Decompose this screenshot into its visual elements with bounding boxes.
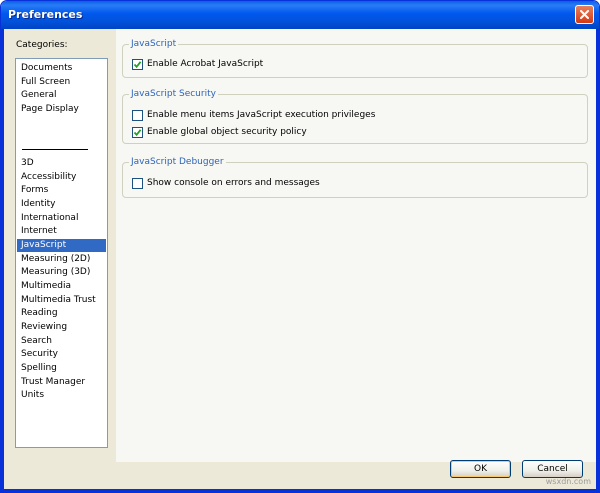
category-item-measuring-3d[interactable]: Measuring (3D) xyxy=(17,266,106,279)
javascript-debugger-group: JavaScript Debugger Show console on erro… xyxy=(122,156,588,198)
category-item-javascript[interactable]: JavaScript xyxy=(17,239,106,252)
category-item-3d[interactable]: 3D xyxy=(17,157,106,170)
window-border-bottom xyxy=(1,489,599,492)
category-item-spelling[interactable]: Spelling xyxy=(17,362,106,375)
category-item-multimedia-trust[interactable]: Multimedia Trust xyxy=(17,294,106,307)
window-title: Preferences xyxy=(8,8,83,21)
ok-button[interactable]: OK xyxy=(450,460,511,478)
category-item-forms[interactable]: Forms xyxy=(17,184,106,197)
close-button[interactable] xyxy=(575,5,594,24)
category-item-general[interactable]: General xyxy=(17,89,106,102)
menu-items-privileges-row[interactable]: Enable menu items JavaScript execution p… xyxy=(132,109,375,122)
category-separator xyxy=(22,149,88,150)
global-security-policy-checkbox[interactable] xyxy=(132,127,143,138)
show-console-row[interactable]: Show console on errors and messages xyxy=(132,177,320,190)
window-border-right xyxy=(596,29,599,492)
javascript-security-group: JavaScript Security Enable menu items Ja… xyxy=(122,88,588,144)
watermark-text: wsxdn.com xyxy=(545,477,591,486)
category-item-trust-manager[interactable]: Trust Manager xyxy=(17,376,106,389)
category-item-multimedia[interactable]: Multimedia xyxy=(17,280,106,293)
menu-items-privileges-checkbox[interactable] xyxy=(132,110,143,121)
checkmark-icon xyxy=(133,61,142,69)
category-item-reading[interactable]: Reading xyxy=(17,307,106,320)
title-bar[interactable]: Preferences xyxy=(1,1,599,29)
category-item-security[interactable]: Security xyxy=(17,348,106,361)
group-title-javascript-security: JavaScript Security xyxy=(129,88,218,100)
category-item-reviewing[interactable]: Reviewing xyxy=(17,321,106,334)
category-item-documents[interactable]: Documents xyxy=(17,62,106,75)
cancel-button[interactable]: Cancel xyxy=(522,460,583,478)
global-security-policy-label: Enable global object security policy xyxy=(147,127,307,137)
enable-js-row[interactable]: Enable Acrobat JavaScript xyxy=(132,58,263,71)
category-item-page-display[interactable]: Page Display xyxy=(17,103,106,116)
categories-listbox[interactable]: Documents Full Screen General Page Displ… xyxy=(15,58,108,448)
group-title-javascript-debugger: JavaScript Debugger xyxy=(129,156,226,168)
checkmark-icon xyxy=(133,129,142,137)
category-item-search[interactable]: Search xyxy=(17,335,106,348)
show-console-label: Show console on errors and messages xyxy=(147,178,320,188)
category-item-measuring-2d[interactable]: Measuring (2D) xyxy=(17,253,106,266)
menu-items-privileges-label: Enable menu items JavaScript execution p… xyxy=(147,110,376,120)
global-security-policy-row[interactable]: Enable global object security policy xyxy=(132,126,307,139)
category-item-international[interactable]: International xyxy=(17,212,106,225)
preferences-window: Preferences Categories: Documents Full S… xyxy=(0,0,600,493)
enable-js-label: Enable Acrobat JavaScript xyxy=(147,59,264,69)
settings-panel: JavaScript Enable Acrobat JavaScript Jav… xyxy=(116,29,596,462)
category-item-accessibility[interactable]: Accessibility xyxy=(17,171,106,184)
show-console-checkbox[interactable] xyxy=(132,178,143,189)
enable-js-checkbox[interactable] xyxy=(132,59,143,70)
category-item-identity[interactable]: Identity xyxy=(17,198,106,211)
category-item-full-screen[interactable]: Full Screen xyxy=(17,76,106,89)
close-icon xyxy=(580,10,589,19)
dialog-client-area: Categories: Documents Full Screen Genera… xyxy=(4,29,596,489)
javascript-group: JavaScript Enable Acrobat JavaScript xyxy=(122,38,588,78)
group-title-javascript: JavaScript xyxy=(129,38,179,50)
categories-label: Categories: xyxy=(16,40,68,50)
category-item-units[interactable]: Units xyxy=(17,389,106,402)
category-item-internet[interactable]: Internet xyxy=(17,225,106,238)
